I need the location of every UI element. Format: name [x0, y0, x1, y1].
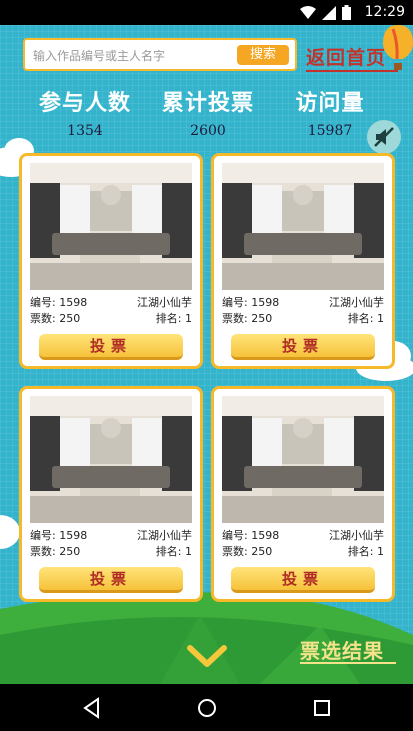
- entry-photo: [30, 163, 192, 290]
- search-input[interactable]: [33, 46, 233, 66]
- entry-rank: 排名: 1: [347, 312, 384, 325]
- vote-button[interactable]: 投票: [231, 567, 375, 593]
- mute-button[interactable]: [367, 120, 401, 154]
- home-icon[interactable]: [195, 696, 219, 720]
- entry-card[interactable]: 编号: 1598 江湖小仙芋 票数: 250 排名: 1 投票: [211, 386, 395, 602]
- entry-id: 编号: 1598: [222, 296, 280, 309]
- entry-name: 江湖小仙芋: [329, 529, 384, 542]
- stat-value: 2600: [190, 123, 226, 139]
- entry-photo: [30, 396, 192, 523]
- entry-votes: 票数: 250: [30, 545, 81, 558]
- status-icons: [300, 5, 351, 20]
- stat-label: 累计投票: [161, 90, 254, 116]
- entry-name: 江湖小仙芋: [137, 296, 192, 309]
- search-box: 搜索: [23, 38, 297, 71]
- vote-button[interactable]: 投票: [39, 567, 183, 593]
- entry-votes: 票数: 250: [222, 545, 273, 558]
- hot-air-balloon-icon: [383, 25, 413, 70]
- entry-info: 编号: 1598 江湖小仙芋 票数: 250 排名: 1: [222, 295, 384, 327]
- entry-card[interactable]: 编号: 1598 江湖小仙芋 票数: 250 排名: 1 投票: [19, 386, 203, 602]
- entry-photo: [222, 163, 384, 290]
- main-content: 搜索 返回首页 参与人数 1354 累计投票 2600 访问量 15987: [0, 25, 413, 684]
- entry-name: 江湖小仙芋: [137, 529, 192, 542]
- status-time: 12:29: [364, 4, 405, 20]
- status-bar: 12:29: [0, 0, 413, 25]
- entry-name: 江湖小仙芋: [329, 296, 384, 309]
- back-icon[interactable]: [80, 696, 104, 720]
- wifi-icon: [300, 5, 316, 19]
- mute-icon: [374, 127, 394, 147]
- stat-label: 参与人数: [38, 90, 131, 116]
- battery-icon: [342, 5, 351, 20]
- stat-label: 访问量: [295, 90, 365, 116]
- entry-card[interactable]: 编号: 1598 江湖小仙芋 票数: 250 排名: 1 投票: [211, 153, 395, 369]
- cloud-decoration: [0, 515, 20, 549]
- back-home-link[interactable]: 返回首页: [306, 43, 386, 70]
- stat-visits: 访问量 15987: [284, 85, 376, 139]
- entry-rank: 排名: 1: [155, 545, 192, 558]
- search-button[interactable]: 搜索: [237, 45, 289, 65]
- entry-rank: 排名: 1: [155, 312, 192, 325]
- stat-total-votes: 累计投票 2600: [158, 85, 258, 139]
- entry-rank: 排名: 1: [347, 545, 384, 558]
- entry-info: 编号: 1598 江湖小仙芋 票数: 250 排名: 1: [30, 295, 192, 327]
- stat-value: 1354: [67, 123, 103, 139]
- vote-results-underline: [300, 662, 396, 664]
- stat-participants: 参与人数 1354: [33, 85, 137, 139]
- vote-results-link[interactable]: 票选结果: [300, 635, 384, 664]
- entry-id: 编号: 1598: [30, 529, 88, 542]
- chevron-down-icon[interactable]: [186, 642, 228, 670]
- vote-button[interactable]: 投票: [231, 334, 375, 360]
- entry-card[interactable]: 编号: 1598 江湖小仙芋 票数: 250 排名: 1 投票: [19, 153, 203, 369]
- entry-votes: 票数: 250: [30, 312, 81, 325]
- vote-button[interactable]: 投票: [39, 334, 183, 360]
- entry-info: 编号: 1598 江湖小仙芋 票数: 250 排名: 1: [30, 528, 192, 560]
- signal-icon: [322, 5, 336, 20]
- entry-id: 编号: 1598: [30, 296, 88, 309]
- entry-photo: [222, 396, 384, 523]
- entry-info: 编号: 1598 江湖小仙芋 票数: 250 排名: 1: [222, 528, 384, 560]
- recents-icon[interactable]: [310, 696, 334, 720]
- stat-value: 15987: [307, 123, 353, 139]
- entry-id: 编号: 1598: [222, 529, 280, 542]
- navigation-bar: [0, 684, 413, 731]
- entry-votes: 票数: 250: [222, 312, 273, 325]
